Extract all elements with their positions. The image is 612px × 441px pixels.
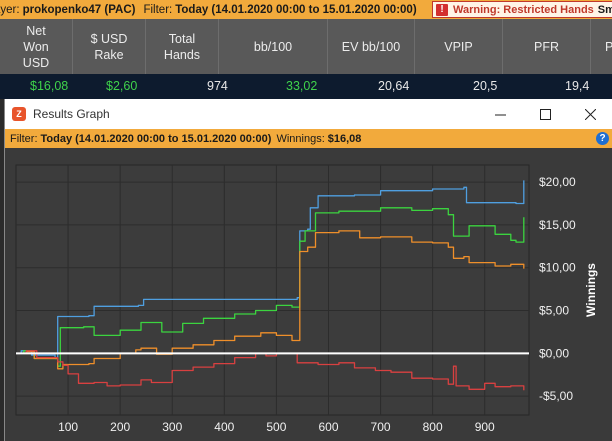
title-bar[interactable]: Z Results Graph: [5, 99, 612, 129]
player-name[interactable]: prokopenko47 (PAC): [23, 4, 136, 16]
col-header-total-hands[interactable]: Total Hands: [146, 19, 219, 74]
bb100-value: 33,02: [286, 79, 318, 93]
player-label: ayer:: [0, 3, 20, 16]
y-axis-label: Winnings: [584, 263, 598, 317]
window-title: Results Graph: [33, 107, 110, 121]
col-header-p[interactable]: P: [591, 19, 612, 74]
x-tick-label: 600: [318, 420, 338, 434]
net-won-value: $16,08: [30, 79, 69, 93]
winnings-value: $16,08: [327, 132, 362, 145]
col-header-ev-bb100[interactable]: EV bb/100: [328, 19, 415, 74]
stats-row[interactable]: $16,08 $2,60 974 33,02 20,64 20,5 19,4: [0, 74, 612, 99]
warning-icon: !: [436, 3, 448, 16]
vpip-value: 20,5: [473, 79, 498, 93]
app-logo-icon: Z: [12, 107, 26, 121]
maximize-icon: [540, 108, 551, 120]
close-button[interactable]: [568, 99, 612, 129]
ev-bb100-value: 20,64: [378, 79, 410, 93]
x-tick-label: 800: [423, 420, 443, 434]
col-header-pfr[interactable]: PFR: [503, 19, 591, 74]
help-icon[interactable]: ?: [596, 132, 609, 145]
y-tick-label: $5,00: [539, 304, 569, 318]
filter-value[interactable]: Today (14.01.2020 00:00 to 15.01.2020 00…: [175, 4, 416, 16]
minimize-button[interactable]: [478, 99, 523, 129]
stats-table-header: Net Won USD $ USD Rake Total Hands bb/10…: [0, 19, 612, 74]
col-header-net-won[interactable]: Net Won USD: [0, 19, 73, 74]
x-tick-label: 100: [58, 420, 78, 434]
y-tick-label: $0,00: [539, 346, 569, 360]
warning-tail-text: Sm: [597, 3, 612, 16]
y-tick-label: $10,00: [539, 261, 576, 275]
total-hands-value: 974: [207, 79, 228, 93]
window-filter-value[interactable]: Today (14.01.2020 00:00 to 15.01.2020 00…: [41, 133, 272, 145]
y-tick-label: $15,00: [539, 218, 576, 232]
close-icon: [585, 108, 596, 120]
warning-text: Warning: Restricted Hands: [453, 3, 594, 16]
col-header-vpip[interactable]: VPIP: [415, 19, 503, 74]
y-tick-label: -$5,00: [539, 389, 573, 403]
col-header-rake[interactable]: $ USD Rake: [73, 19, 146, 74]
y-tick-label: $20,00: [539, 175, 576, 189]
plot-area: [15, 164, 530, 416]
results-chart: $20,00 $15,00 $10,00 $5,00 $0,00 -$5,00 100 200…: [5, 148, 612, 441]
window-filter-label: Filter:: [10, 132, 38, 145]
results-chart-svg: $20,00 $15,00 $10,00 $5,00 $0,00 -$5,00 100 200…: [15, 164, 598, 434]
col-header-bb100[interactable]: bb/100: [219, 19, 328, 74]
window-filter-bar: Filter: Today (14.01.2020 00:00 to 15.01…: [5, 129, 612, 148]
winnings-label: Winnings:: [276, 132, 325, 145]
filter-label: Filter:: [143, 3, 173, 16]
x-tick-label: 400: [214, 420, 234, 434]
results-graph-window: Z Results Graph Filter: Today (14.01.202…: [4, 99, 612, 441]
rake-value: $2,60: [106, 79, 138, 93]
x-tick-label: 300: [162, 420, 182, 434]
x-tick-label: 700: [371, 420, 391, 434]
x-tick-label: 200: [110, 420, 130, 434]
x-tick-label: 900: [475, 420, 495, 434]
maximize-button[interactable]: [523, 99, 568, 129]
pfr-value: 19,4: [565, 79, 590, 93]
restricted-hands-warning[interactable]: ! Warning: Restricted Hands Sm: [432, 1, 612, 18]
x-tick-label: 500: [266, 420, 286, 434]
minimize-icon: [495, 114, 506, 115]
